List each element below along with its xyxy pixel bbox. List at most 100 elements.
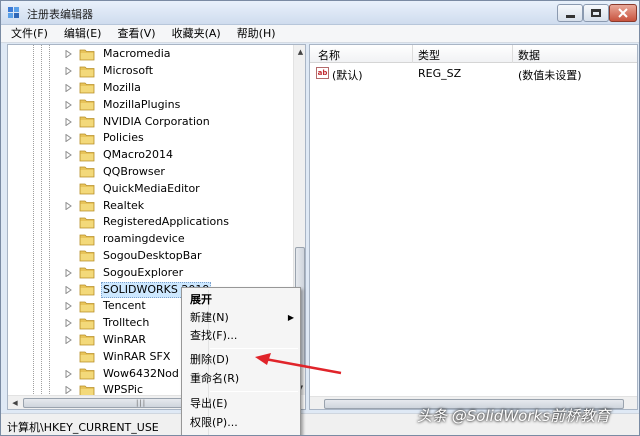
tree-item[interactable]: Mozilla [62, 80, 292, 97]
menu-permissions[interactable]: 权限(P)... [190, 413, 300, 432]
column-name[interactable]: 名称 [318, 47, 340, 63]
minimize-button[interactable] [557, 4, 583, 22]
tree-item[interactable]: MozillaPlugins [62, 96, 292, 113]
folder-icon [79, 167, 95, 178]
column-divider[interactable] [512, 45, 513, 63]
folder-icon [79, 318, 95, 330]
value-row[interactable]: ab (默认) REG_SZ (数值未设置) [310, 65, 637, 82]
folder-icon [79, 267, 95, 279]
tree-item-label: Trolltech [103, 316, 150, 330]
tree-item-label: WinRAR SFX [103, 349, 171, 363]
menu-view[interactable]: 查看(V) [107, 25, 161, 42]
folder-icon [79, 66, 95, 78]
minimize-icon [565, 14, 575, 18]
expand-arrow-icon[interactable] [62, 132, 74, 144]
menu-export[interactable]: 导出(E) [190, 394, 300, 413]
tree-item-label: Policies [103, 131, 144, 145]
tree-item[interactable]: QuickMediaEditor [62, 180, 292, 197]
tree-item[interactable]: SogouExplorer [62, 264, 292, 281]
tree-item[interactable]: Macromedia [62, 46, 292, 63]
menu-expand-label: 展开 [190, 293, 212, 306]
column-divider[interactable] [412, 45, 413, 63]
values-pane: 名称 类型 数据 ab (默认) REG_SZ (数值未设置) [309, 44, 638, 410]
tree-item[interactable]: Realtek [62, 197, 292, 214]
menu-find[interactable]: 查找(F)... [190, 326, 300, 345]
tree-item-label: SogouExplorer [103, 265, 184, 279]
window-title: 注册表编辑器 [27, 8, 93, 21]
tree-item[interactable]: Policies [62, 130, 292, 147]
tree-item-label: RegisteredApplications [103, 215, 229, 229]
tree-item[interactable]: roamingdevice [62, 231, 292, 248]
expand-arrow-icon[interactable] [62, 99, 74, 111]
folder-icon [79, 234, 95, 246]
registry-app-icon [8, 7, 19, 18]
menu-new-label: 新建(N) [190, 311, 229, 324]
column-data[interactable]: 数据 [518, 47, 540, 63]
tree-item[interactable]: QMacro2014 [62, 147, 292, 164]
menu-new[interactable]: 新建(N) ▶ [190, 308, 300, 327]
string-value-icon: ab [316, 67, 329, 79]
value-type: REG_SZ [418, 67, 462, 80]
tree-item[interactable]: QQBrowser [62, 164, 292, 181]
folder-icon [79, 284, 95, 296]
menu-bar: 文件(F) 编辑(E) 查看(V) 收藏夹(A) 帮助(H) [1, 25, 639, 43]
expand-arrow-icon[interactable] [62, 149, 74, 161]
menu-edit[interactable]: 编辑(E) [54, 25, 108, 42]
watermark: 头条 @SolidWorks前桥教育 [417, 407, 611, 425]
folder-icon [79, 116, 95, 128]
expand-arrow-icon[interactable] [62, 300, 74, 312]
expand-arrow-icon[interactable] [62, 200, 74, 212]
menu-file[interactable]: 文件(F) [1, 25, 54, 42]
menu-separator [210, 391, 298, 392]
tree-item[interactable]: SogouDesktopBar [62, 248, 292, 265]
value-name: (默认) [332, 69, 363, 82]
close-button[interactable] [609, 4, 637, 22]
maximize-button[interactable] [583, 4, 609, 22]
folder-icon [79, 368, 95, 380]
tree-item-label: Microsoft [103, 64, 154, 78]
menu-rename-label: 重命名(R) [190, 372, 240, 385]
tree-item[interactable]: NVIDIA Corporation [62, 113, 292, 130]
scroll-up-icon[interactable]: ▲ [295, 46, 305, 58]
folder-icon [79, 351, 95, 363]
tree-item-label: Tencent [103, 299, 146, 313]
submenu-arrow-icon: ▶ [287, 313, 294, 322]
scroll-left-icon[interactable]: ◀ [9, 397, 21, 409]
menu-help[interactable]: 帮助(H) [227, 25, 282, 42]
tree-item[interactable]: Microsoft [62, 63, 292, 80]
maximize-icon [591, 9, 601, 17]
expand-arrow-icon[interactable] [62, 334, 74, 346]
tree-item[interactable]: RegisteredApplications [62, 214, 292, 231]
expand-arrow-icon[interactable] [62, 317, 74, 329]
expand-arrow-icon[interactable] [62, 65, 74, 77]
folder-icon [79, 251, 95, 262]
expand-arrow-icon[interactable] [62, 368, 74, 380]
tree-item-label: QuickMediaEditor [103, 181, 200, 195]
tree-item-label: Mozilla [103, 80, 141, 94]
value-data: (数值未设置) [518, 69, 582, 82]
status-path: 计算机\HKEY_CURRENT_USER\S [7, 421, 159, 434]
tree-item-label: roamingdevice [103, 232, 185, 246]
title-bar: 注册表编辑器 [1, 1, 639, 25]
expand-arrow-icon[interactable] [62, 48, 74, 60]
menu-favorites[interactable]: 收藏夹(A) [162, 25, 227, 42]
values-column-header: 名称 类型 数据 [310, 45, 637, 63]
expand-arrow-icon[interactable] [62, 267, 74, 279]
expand-arrow-icon[interactable] [62, 116, 74, 128]
expand-arrow-icon[interactable] [62, 82, 74, 94]
folder-icon [79, 200, 95, 212]
folder-icon [79, 183, 95, 195]
tree-item-label: Realtek [103, 198, 145, 212]
menu-permissions-label: 权限(P)... [190, 416, 238, 429]
expand-arrow-icon[interactable] [62, 284, 74, 296]
tree-item-label: QQBrowser [103, 164, 165, 178]
folder-icon [79, 133, 95, 145]
tree-item-label: MozillaPlugins [103, 97, 181, 111]
folder-icon [79, 99, 95, 111]
menu-expand[interactable]: 展开 [190, 290, 300, 309]
column-type[interactable]: 类型 [418, 47, 440, 63]
